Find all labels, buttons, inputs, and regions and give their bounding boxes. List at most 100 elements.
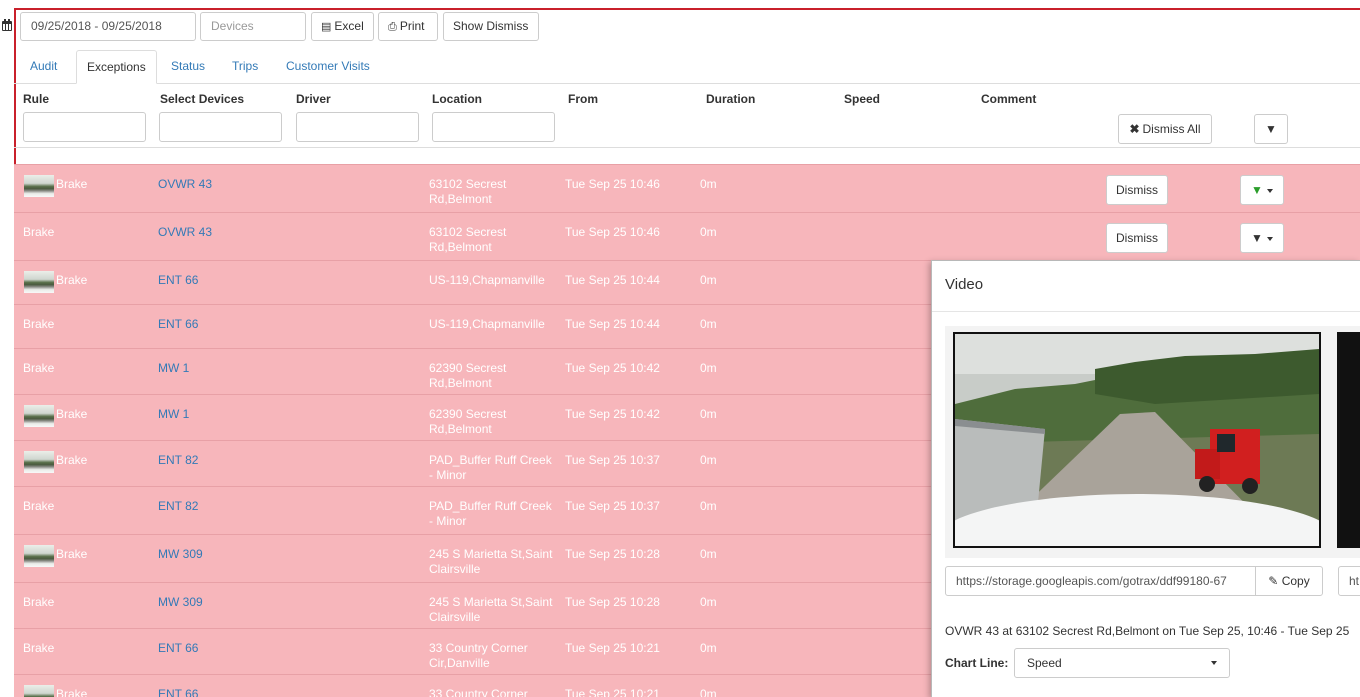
video-thumbnail[interactable]	[24, 271, 54, 293]
table-header: Rule Select Devices Driver Location From…	[14, 84, 1360, 148]
rule-cell: Brake	[56, 547, 88, 561]
copy-button[interactable]: ✎ Copy	[1255, 566, 1323, 596]
from-cell: Tue Sep 25 10:28	[565, 595, 660, 609]
location-line-2: Cir,Danville	[429, 656, 490, 670]
video-url-input[interactable]: https://storage.googleapis.com/gotrax/dd…	[945, 566, 1256, 596]
tab-customer-visits[interactable]: Customer Visits	[276, 50, 380, 84]
location-line-1: 33 Country Corner	[429, 641, 528, 655]
device-link[interactable]: MW 309	[158, 547, 203, 562]
video-player[interactable]	[953, 332, 1321, 548]
rule-cell: Brake	[23, 225, 55, 239]
location-line-2: Rd,Belmont	[429, 192, 492, 206]
video-container	[945, 326, 1360, 558]
header-speed[interactable]: Speed	[844, 92, 880, 106]
header-devices[interactable]: Select Devices	[160, 92, 244, 106]
location-filter-input[interactable]	[432, 112, 555, 142]
dismiss-all-button[interactable]: ✖ Dismiss All	[1118, 114, 1212, 144]
location-line-2: - Minor	[429, 468, 467, 482]
modal-divider	[932, 311, 1360, 312]
device-link[interactable]: ENT 82	[158, 453, 198, 468]
tab-exceptions[interactable]: Exceptions	[76, 50, 157, 84]
dismiss-button[interactable]: Dismiss	[1106, 175, 1168, 205]
device-link[interactable]: MW 1	[158, 361, 189, 376]
device-link[interactable]: ENT 66	[158, 687, 198, 697]
driver-filter-input[interactable]	[296, 112, 419, 142]
location-cell: 63102 Secrest Rd,Belmont	[429, 177, 506, 207]
device-link[interactable]: ENT 66	[158, 273, 198, 288]
tab-audit[interactable]: Audit	[20, 50, 67, 84]
table-row[interactable]: Brake OVWR 43 63102 Secrest Rd,Belmont Tu…	[14, 212, 1360, 260]
download-dropdown-button[interactable]: ▼	[1240, 223, 1284, 253]
devices-filter-input[interactable]	[159, 112, 282, 142]
location-cell: 245 S Marietta St,Saint Clairsville	[429, 595, 552, 625]
location-line-1: 63102 Secrest	[429, 225, 507, 239]
device-link[interactable]: ENT 66	[158, 641, 198, 656]
from-cell: Tue Sep 25 10:46	[565, 225, 660, 239]
video-thumbnail[interactable]	[24, 175, 54, 197]
location-cell: 245 S Marietta St,Saint Clairsville	[429, 547, 552, 577]
from-cell: Tue Sep 25 10:21	[565, 687, 660, 697]
dashcam-scene-image	[955, 334, 1319, 546]
device-link[interactable]: ENT 82	[158, 499, 198, 514]
from-cell: Tue Sep 25 10:42	[565, 407, 660, 421]
header-location[interactable]: Location	[432, 92, 482, 106]
device-link[interactable]: MW 1	[158, 407, 189, 422]
chart-line-select[interactable]: Speed	[1014, 648, 1230, 678]
video-frame	[955, 334, 1319, 546]
chevron-down-icon	[1266, 236, 1273, 241]
rule-cell: Brake	[56, 177, 88, 191]
rule-cell: Brake	[56, 453, 88, 467]
second-video-player[interactable]	[1337, 332, 1360, 548]
print-label: Print	[399, 19, 425, 33]
calendar-icon	[2, 19, 12, 31]
from-cell: Tue Sep 25 10:42	[565, 361, 660, 375]
print-button[interactable]: ⎙ Print	[378, 12, 438, 41]
print-icon: ⎙	[388, 21, 397, 33]
show-dismiss-button[interactable]: Show Dismiss	[443, 12, 539, 41]
download-dropdown-button[interactable]: ▼	[1240, 175, 1284, 205]
chart-line-value: Speed	[1027, 656, 1062, 670]
tab-trips[interactable]: Trips	[222, 50, 268, 84]
rule-cell: Brake	[23, 499, 55, 513]
from-cell: Tue Sep 25 10:28	[565, 547, 660, 561]
excel-button[interactable]: ▤ Excel	[311, 12, 374, 41]
device-link[interactable]: OVWR 43	[158, 177, 212, 192]
rule-cell: Brake	[23, 595, 55, 609]
duration-cell: 0m	[700, 687, 717, 697]
excel-icon: ▤	[321, 21, 332, 33]
location-cell: US-119,Chapmanville	[429, 273, 545, 287]
device-link[interactable]: MW 309	[158, 595, 203, 610]
video-thumbnail[interactable]	[24, 451, 54, 473]
location-line-2: Clairsville	[429, 562, 481, 576]
header-comment[interactable]: Comment	[981, 92, 1036, 106]
download-all-button[interactable]: ▼	[1254, 114, 1288, 144]
second-video-url-input[interactable]: ht	[1338, 566, 1360, 596]
location-line-1: 63102 Secrest	[429, 177, 507, 191]
duration-cell: 0m	[700, 453, 717, 467]
rule-cell: Brake	[23, 641, 55, 655]
location-cell: 33 Country Corner	[429, 687, 528, 697]
video-thumbnail[interactable]	[24, 405, 54, 427]
device-link[interactable]: OVWR 43	[158, 225, 212, 240]
duration-cell: 0m	[700, 225, 717, 239]
video-thumbnail[interactable]	[24, 545, 54, 567]
header-duration[interactable]: Duration	[706, 92, 755, 106]
rule-filter-input[interactable]	[23, 112, 146, 142]
video-thumbnail[interactable]	[24, 685, 54, 697]
location-line-1: PAD_Buffer Ruff Creek	[429, 499, 552, 513]
date-range-input[interactable]: 09/25/2018 - 09/25/2018	[20, 12, 196, 41]
table-row[interactable]: Brake OVWR 43 63102 Secrest Rd,Belmont Tu…	[14, 164, 1360, 212]
tab-status[interactable]: Status	[161, 50, 215, 84]
location-cell: US-119,Chapmanville	[429, 317, 545, 331]
header-driver[interactable]: Driver	[296, 92, 331, 106]
header-rule[interactable]: Rule	[23, 92, 49, 106]
location-line-1: 245 S Marietta St,Saint	[429, 595, 553, 609]
rule-cell: Brake	[23, 317, 55, 331]
header-from[interactable]: From	[568, 92, 598, 106]
devices-input[interactable]: Devices	[200, 12, 306, 41]
location-line-2: Rd,Belmont	[429, 240, 492, 254]
location-cell: PAD_Buffer Ruff Creek - Minor	[429, 453, 552, 483]
dismiss-button[interactable]: Dismiss	[1106, 223, 1168, 253]
device-link[interactable]: ENT 66	[158, 317, 198, 332]
from-cell: Tue Sep 25 10:46	[565, 177, 660, 191]
